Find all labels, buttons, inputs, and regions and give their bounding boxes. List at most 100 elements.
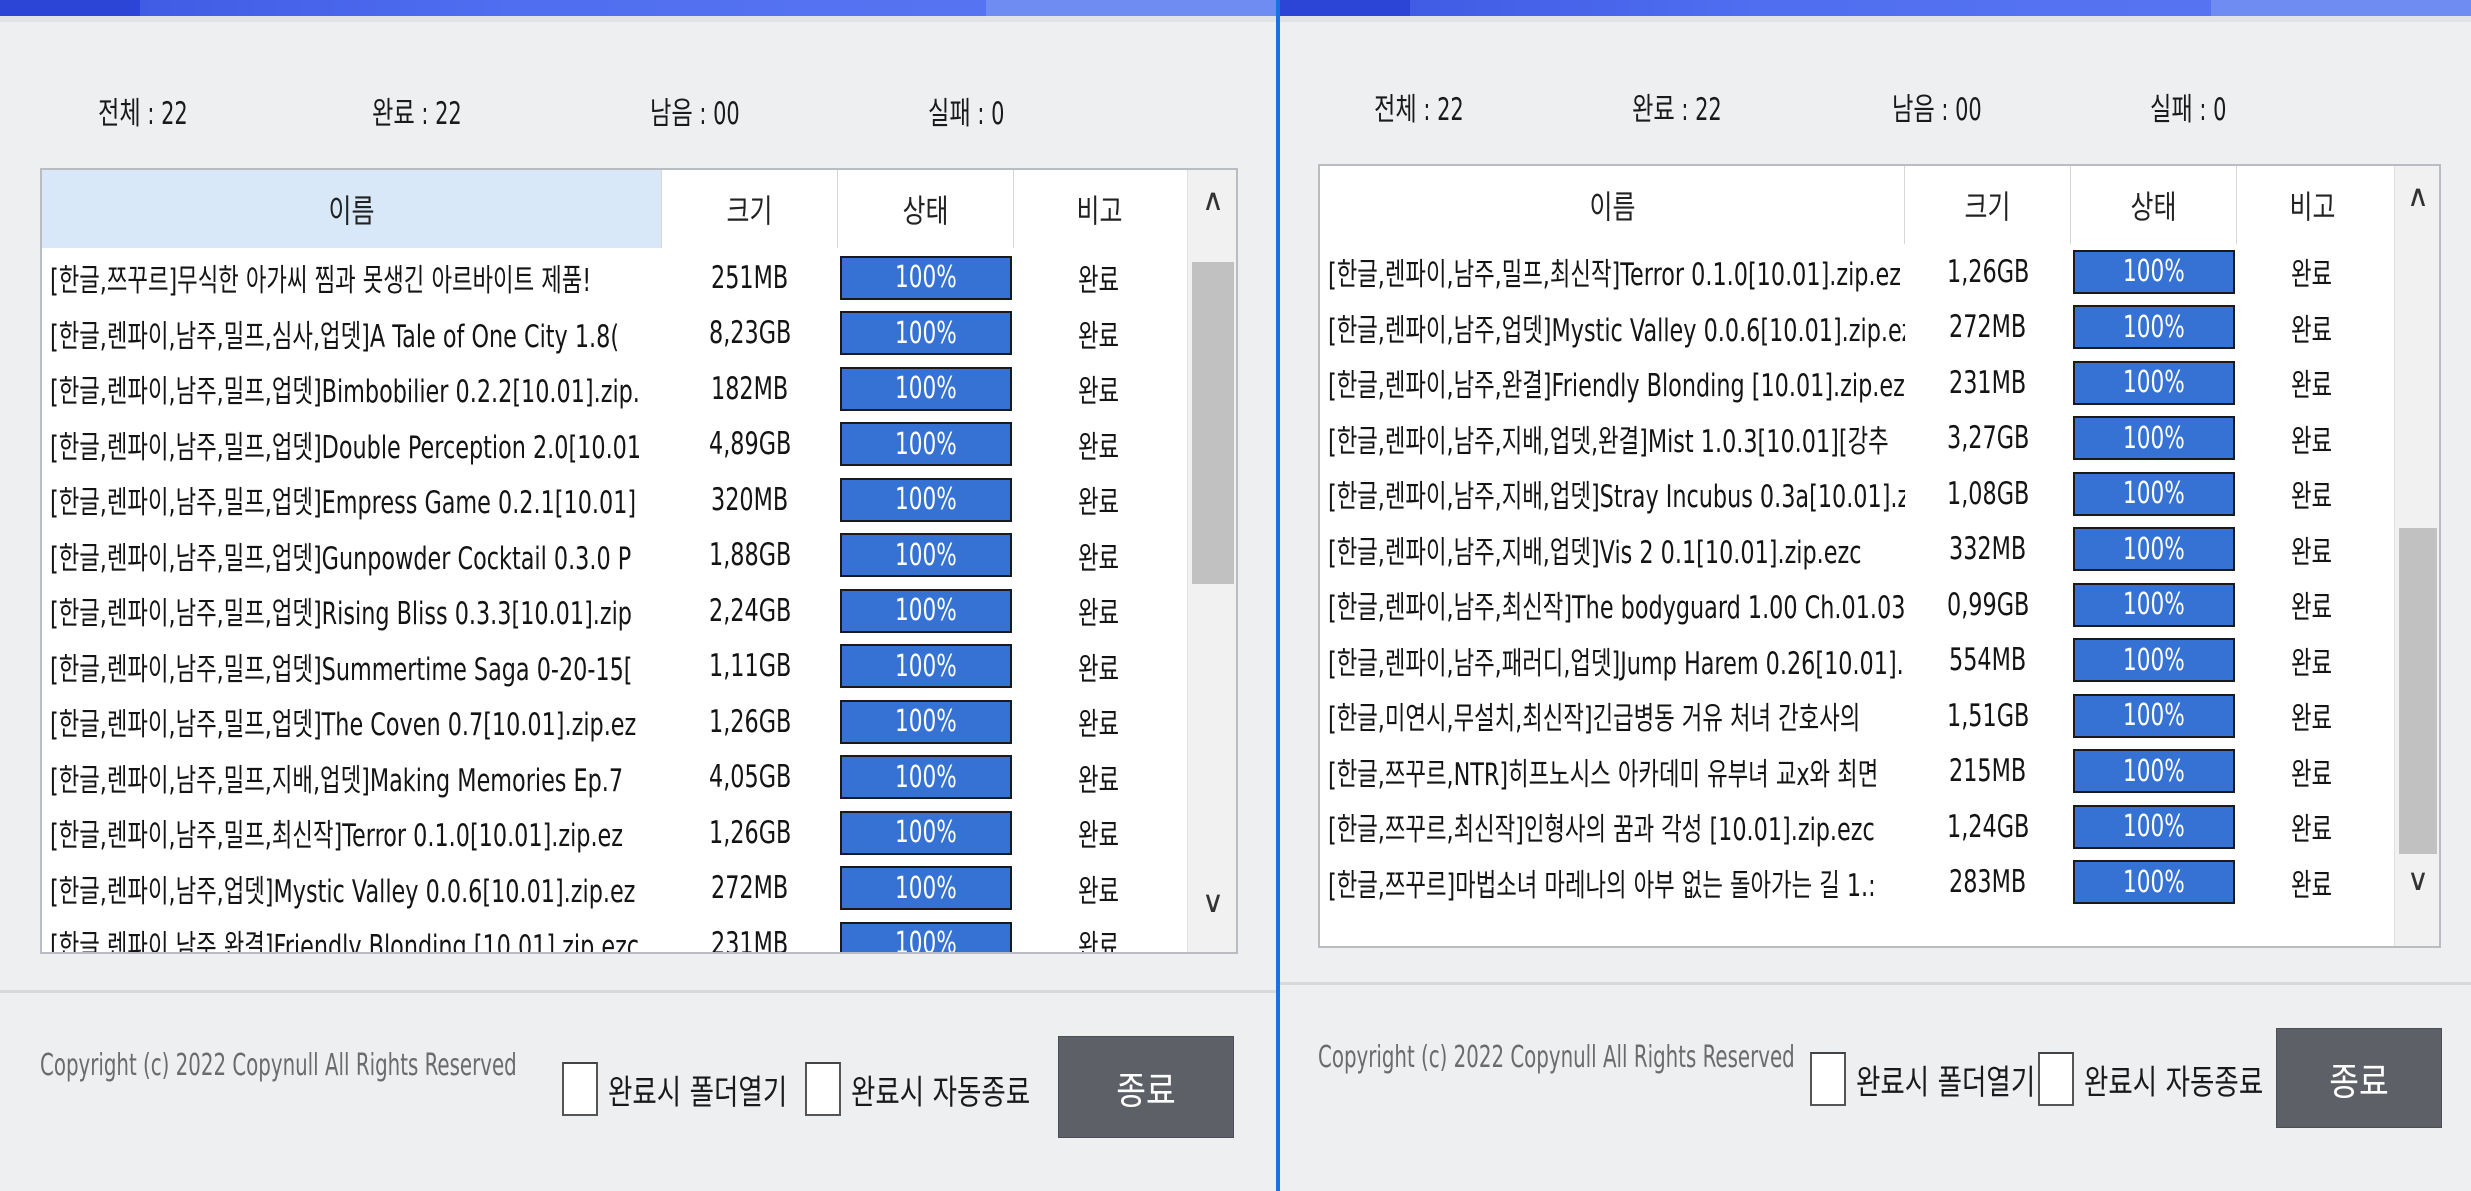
title-bar[interactable] — [1280, 0, 2471, 16]
scroll-down-arrow-icon[interactable]: ∨ — [1188, 872, 1236, 932]
progress-percent: 100% — [2123, 476, 2185, 512]
stat-failed: 실패 : 0 — [928, 96, 1005, 132]
progress-percent: 100% — [895, 759, 957, 795]
progress-percent: 100% — [895, 260, 957, 296]
table-row[interactable]: [한글,렌파이,남주,지배,업뎃]Vis 2 0.1[10.01].zip.ez… — [1320, 522, 2387, 578]
open-folder-label: 완료시 폴더열기 — [608, 1072, 788, 1113]
row-size: 1,11GB — [708, 648, 792, 685]
column-header-name[interactable]: 이름 — [42, 170, 662, 248]
table-row[interactable]: [한글,렌파이,남주,밀프,지배,업뎃]Making Memories Ep.7… — [42, 750, 1184, 806]
row-size: 4,05GB — [708, 759, 792, 796]
row-status: 100% — [838, 361, 1014, 417]
table-row[interactable]: [한글,렌파이,남주,업뎃]Mystic Valley 0.0.6[10.01]… — [1320, 300, 2387, 356]
row-name: [한글,렌파이,남주,업뎃]Mystic Valley 0.0.6[10.01]… — [1328, 312, 1905, 349]
row-status: 100% — [838, 250, 1014, 306]
table-row[interactable]: [한글,렌파이,남주,지배,업뎃]Stray Incubus 0.3a[10.0… — [1320, 466, 2387, 522]
row-size: 320MB — [711, 481, 789, 518]
row-name: [한글,렌파이,남주,밀프,업뎃]Empress Game 0.2.1[10.0… — [50, 485, 637, 522]
row-note: 완료 — [2291, 645, 2333, 682]
column-header-note[interactable]: 비고 — [2237, 166, 2387, 244]
table-row[interactable]: [한글,렌파이,남주,패러디,업뎃]Jump Harem 0.26[10.01]… — [1320, 633, 2387, 689]
scroll-up-arrow-icon[interactable]: ∧ — [1188, 170, 1236, 230]
auto-close-label: 완료시 자동종료 — [2084, 1062, 2264, 1103]
scroll-down-arrow-icon[interactable]: ∨ — [2395, 850, 2439, 910]
row-note: 완료 — [1078, 540, 1120, 577]
progress-bar: 100% — [840, 422, 1012, 467]
table-row[interactable]: [한글,렌파이,남주,지배,업뎃,완결]Mist 1.0.3[10.01][강추… — [1320, 411, 2387, 467]
auto-close-option[interactable]: 완료시 자동종료 — [805, 1062, 1081, 1116]
row-size: 251MB — [711, 259, 789, 296]
row-status: 100% — [2071, 300, 2237, 356]
table-row[interactable]: [한글,렌파이,남주,밀프,업뎃]Empress Game 0.2.1[10.0… — [42, 472, 1184, 528]
list-scrollbar[interactable]: ∧ ∨ — [2394, 166, 2439, 946]
column-header-size[interactable]: 크기 — [1905, 166, 2071, 244]
auto-close-checkbox[interactable] — [2038, 1052, 2074, 1106]
close-button[interactable]: 종료 — [1058, 1036, 1234, 1138]
row-note: 완료 — [2291, 534, 2333, 571]
row-note: 완료 — [1078, 651, 1120, 688]
table-row[interactable]: [한글,렌파이,남주,밀프,업뎃]Summertime Saga 0-20-15… — [42, 639, 1184, 695]
row-size: 231MB — [711, 925, 789, 954]
scroll-thumb[interactable] — [2399, 528, 2437, 854]
column-header-status[interactable]: 상태 — [838, 170, 1014, 248]
download-list: 이름 크기 상태 비고 [한글,렌파이,남주,밀프,최신작]Terror 0.1… — [1318, 164, 2441, 948]
table-row[interactable]: [한글,렌파이,남주,완결]Friendly Blonding [10.01].… — [1320, 355, 2387, 411]
column-header-size[interactable]: 크기 — [662, 170, 838, 248]
column-header-name[interactable]: 이름 — [1320, 166, 1905, 244]
column-header-note[interactable]: 비고 — [1014, 170, 1184, 248]
table-row[interactable]: [한글,렌파이,남주,업뎃]Mystic Valley 0.0.6[10.01]… — [42, 861, 1184, 917]
stat-done: 완료 : 22 — [372, 96, 462, 132]
progress-percent: 100% — [2123, 531, 2185, 567]
progress-percent: 100% — [895, 926, 957, 954]
table-row[interactable]: [한글,렌파이,남주,완결]Friendly Blonding [10.01].… — [42, 916, 1184, 954]
auto-close-checkbox[interactable] — [805, 1062, 841, 1116]
progress-bar: 100% — [840, 311, 1012, 356]
table-row[interactable]: [한글,렌파이,남주,밀프,최신작]Terror 0.1.0[10.01].zi… — [1320, 244, 2387, 300]
row-name: [한글,렌파이,남주,밀프,최신작]Terror 0.1.0[10.01].zi… — [1328, 257, 1902, 294]
close-button[interactable]: 종료 — [2276, 1028, 2442, 1128]
row-name: [한글,렌파이,남주,밀프,업뎃]Gunpowder Cocktail 0.3.… — [50, 540, 632, 577]
row-size: 182MB — [711, 370, 789, 407]
table-row[interactable]: [한글,렌파이,남주,밀프,업뎃]Rising Bliss 0.3.3[10.0… — [42, 583, 1184, 639]
open-folder-option[interactable]: 완료시 폴더열기 — [562, 1062, 838, 1116]
progress-bar: 100% — [840, 866, 1012, 911]
row-size: 1,26GB — [708, 814, 792, 851]
progress-percent: 100% — [2123, 587, 2185, 623]
row-size: 231MB — [1949, 364, 2027, 401]
row-size: 1,24GB — [1946, 808, 2030, 845]
auto-close-label: 완료시 자동종료 — [851, 1072, 1031, 1113]
stat-remaining: 남음 : 00 — [1892, 92, 1982, 128]
table-row[interactable]: [한글,렌파이,남주,밀프,업뎃]Gunpowder Cocktail 0.3.… — [42, 528, 1184, 584]
row-note: 완료 — [1078, 429, 1120, 466]
row-status: 100% — [2071, 244, 2237, 300]
column-header-status[interactable]: 상태 — [2071, 166, 2237, 244]
table-row[interactable]: [한글,쯔꾸르]무식한 아가씨 찜과 못생긴 아르바이트 제품! 251MB 100… — [42, 250, 1184, 306]
table-row[interactable]: [한글,렌파이,남주,밀프,업뎃]The Coven 0.7[10.01].zi… — [42, 694, 1184, 750]
table-row[interactable]: [한글,렌파이,남주,밀프,업뎃]Double Perception 2.0[1… — [42, 417, 1184, 473]
table-row[interactable]: [한글,렌파이,남주,밀프,최신작]Terror 0.1.0[10.01].zi… — [42, 805, 1184, 861]
progress-percent: 100% — [2123, 698, 2185, 734]
title-bar[interactable] — [0, 0, 1276, 16]
auto-close-option[interactable]: 완료시 자동종료 — [2038, 1052, 2314, 1106]
table-row[interactable]: [한글,미연시,무설치,최신작]긴급병동 거유 처녀 간호사의 1,51GB 100… — [1320, 688, 2387, 744]
row-note: 완료 — [2291, 423, 2333, 460]
table-row[interactable]: [한글,렌파이,남주,밀프,업뎃]Bimbobilier 0.2.2[10.01… — [42, 361, 1184, 417]
table-row[interactable]: [한글,렌파이,남주,밀프,심사,업뎃]A Tale of One City 1… — [42, 306, 1184, 362]
row-name: [한글,쯔꾸르]무식한 아가씨 찜과 못생긴 아르바이트 제품! — [50, 263, 592, 300]
row-status: 100% — [838, 805, 1014, 861]
row-status: 100% — [838, 694, 1014, 750]
row-note: 완료 — [1078, 818, 1120, 855]
progress-bar: 100% — [840, 477, 1012, 522]
row-size: 272MB — [1949, 309, 2027, 346]
open-folder-checkbox[interactable] — [1810, 1052, 1846, 1106]
table-row[interactable]: [한글,렌파이,남주,최신작]The bodyguard 1.00 Ch.01.… — [1320, 577, 2387, 633]
row-note: 완료 — [2291, 867, 2333, 904]
table-row[interactable]: [한글,쯔꾸르,최신작]인형사의 꿈과 각성 [10.01].zip.ezc 1,… — [1320, 799, 2387, 855]
open-folder-checkbox[interactable] — [562, 1062, 598, 1116]
row-name: [한글,렌파이,남주,패러디,업뎃]Jump Harem 0.26[10.01]… — [1328, 645, 1905, 682]
scroll-up-arrow-icon[interactable]: ∧ — [2395, 166, 2439, 226]
scroll-thumb[interactable] — [1192, 262, 1234, 584]
table-row[interactable]: [한글,쯔꾸르]마법소녀 마레나의 아부 없는 돌아가는 길 1.: 283MB 1… — [1320, 855, 2387, 911]
list-scrollbar[interactable]: ∧ ∨ — [1187, 170, 1236, 952]
table-row[interactable]: [한글,쯔꾸르,NTR]히프노시스 아카데미 유부녀 교x와 최면 215MB 10… — [1320, 744, 2387, 800]
